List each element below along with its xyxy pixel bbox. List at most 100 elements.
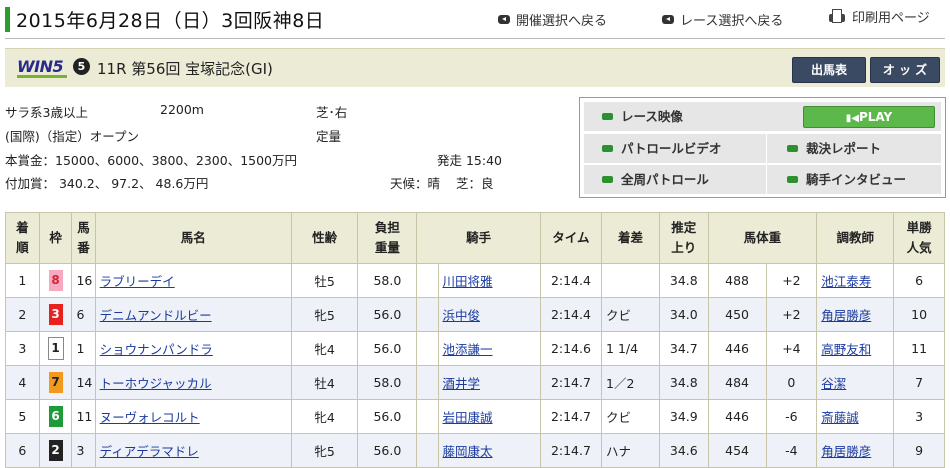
popularity-cell: 6 [893, 263, 945, 298]
race-conditions: (国際)（指定）オープン [5, 129, 140, 144]
camera-icon [787, 176, 798, 183]
sex-age-cell: 牡4 [290, 365, 359, 400]
col-sexage: 性齢 [290, 212, 359, 264]
print-label: 印刷用ページ [852, 11, 930, 26]
jockey-link[interactable]: 岩田康誠 [437, 399, 541, 434]
bodyweight-diff-cell: +2 [765, 297, 818, 332]
bodyweight-cell: 446 [707, 399, 767, 434]
sex-age-cell: 牝4 [290, 331, 359, 366]
time-cell: 2:14.6 [539, 331, 603, 366]
jockey-interview-link[interactable]: 騎手インタビュー [787, 165, 906, 194]
jockey-link[interactable]: 池添謙一 [437, 331, 541, 366]
jockey-link[interactable]: 浜中俊 [437, 297, 541, 332]
horse-number-cell: 14 [71, 365, 96, 400]
trainer-link[interactable]: 池江泰寿 [816, 263, 895, 298]
horse-name-link[interactable]: ヌーヴォレコルト [94, 399, 292, 434]
last3f-cell: 34.8 [659, 263, 709, 298]
win5-logo-underline [17, 75, 67, 78]
time-cell: 2:14.4 [539, 297, 603, 332]
horse-name-link[interactable]: デニムアンドルビー [94, 297, 292, 332]
bodyweight-cell: 484 [707, 365, 767, 400]
waku-cell: 3 [38, 297, 73, 332]
play-label: PLAY [858, 110, 893, 124]
results-table: 着順 枠 馬番 馬名 性齢 負担 重量 騎手 タイム 着差 推定 上り 馬体重 調教… [5, 212, 945, 468]
col-name: 馬名 [94, 212, 292, 264]
margin-cell: クビ [601, 399, 661, 434]
col-rank: 着順 [5, 212, 40, 264]
rank-cell: 1 [5, 263, 40, 298]
table-header-row: 着順 枠 馬番 馬名 性齢 負担 重量 騎手 タイム 着差 推定 上り 馬体重 調教… [5, 212, 945, 264]
bodyweight-diff-cell: -6 [765, 399, 818, 434]
jockey-link[interactable]: 酒井学 [437, 365, 541, 400]
header-divider [5, 38, 945, 39]
jockey-interview-label: 騎手インタビュー [806, 172, 907, 187]
film-icon: ▮◀ [845, 113, 859, 124]
back-to-race-label: レース選択へ戻る [680, 14, 784, 29]
trainer-link[interactable]: 高野友和 [816, 331, 895, 366]
jockey-spacer-cell [416, 263, 439, 298]
trainer-link[interactable]: 斎藤誠 [816, 399, 895, 434]
judge-report-link[interactable]: 裁決レポート [787, 134, 881, 163]
full-patrol-link[interactable]: 全周パトロール [602, 165, 709, 194]
video-row-2: パトロールビデオ 裁決レポート [584, 134, 941, 163]
cell-divider [766, 165, 767, 194]
horse-name-link[interactable]: ラブリーデイ [94, 263, 292, 298]
horse-name-link[interactable]: ショウナンパンドラ [94, 331, 292, 366]
waku-badge: 3 [48, 304, 63, 325]
sex-age-cell: 牝5 [290, 297, 359, 332]
title-accent [5, 7, 10, 32]
table-row: 3 1 1 ショウナンパンドラ 牝4 56.0 池添謙一 2:14.6 1 1/4 34.7 446… [5, 331, 945, 366]
weight-cell: 58.0 [357, 365, 418, 400]
horse-number-cell: 16 [71, 263, 96, 298]
camera-icon [602, 113, 613, 120]
patrol-video-link[interactable]: パトロールビデオ [602, 134, 721, 163]
entries-button[interactable]: 出馬表 [792, 57, 866, 83]
race-title: 11R 第56回 宝塚記念(GI) [97, 60, 273, 78]
trainer-link[interactable]: 谷潔 [816, 365, 895, 400]
race-prize: 本賞金：15000、6000、3800、2300、1500万円 [5, 153, 298, 168]
back-to-race-link[interactable]: レース選択へ戻る [662, 10, 783, 29]
jockey-spacer-cell [416, 365, 439, 400]
video-row-1: レース映像 ▮◀PLAY [584, 102, 941, 131]
waku-badge: 1 [47, 337, 64, 360]
margin-cell: 1 1/4 [601, 331, 661, 366]
rank-cell: 4 [5, 365, 40, 400]
win5-logo: WIN5 [17, 57, 64, 76]
print-link[interactable]: 印刷用ページ [828, 7, 930, 26]
table-row: 1 8 16 ラブリーデイ 牡5 58.0 川田将雅 2:14.4 34.8 488 +2 池江泰寿 6 [5, 263, 945, 298]
bodyweight-diff-cell: +4 [765, 331, 818, 366]
col-margin: 着差 [601, 212, 661, 264]
popularity-cell: 7 [893, 365, 945, 400]
popularity-cell: 11 [893, 331, 945, 366]
margin-cell: クビ [601, 297, 661, 332]
play-button[interactable]: ▮◀PLAY [803, 106, 935, 128]
horse-name-link[interactable]: トーホウジャッカル [94, 365, 292, 400]
race-weight-rule: 定量 [316, 129, 342, 144]
odds-button[interactable]: オ ッ ズ [870, 57, 940, 83]
jockey-link[interactable]: 川田将雅 [437, 263, 541, 298]
rank-cell: 2 [5, 297, 40, 332]
jockey-spacer-cell [416, 297, 439, 332]
horse-number-cell: 11 [71, 399, 96, 434]
trainer-link[interactable]: 角居勝彦 [816, 297, 895, 332]
weight-cell: 56.0 [357, 399, 418, 434]
race-title-bar: WIN5 5 11R 第56回 宝塚記念(GI) 出馬表 オ ッ ズ [5, 48, 945, 87]
sex-age-cell: 牝4 [290, 399, 359, 434]
waku-badge: 8 [48, 270, 63, 291]
weight-cell: 56.0 [357, 297, 418, 332]
camera-icon [787, 145, 798, 152]
back-to-meeting-label: 開催選択へ戻る [516, 14, 608, 29]
popularity-cell: 10 [893, 297, 945, 332]
back-arrow-icon [662, 15, 674, 24]
weight-cell: 58.0 [357, 263, 418, 298]
back-to-meeting-link[interactable]: 開催選択へ戻る [498, 10, 607, 29]
race-start-time: 発走 15:40 [437, 153, 502, 168]
bodyweight-diff-cell: +2 [765, 263, 818, 298]
race-video-link[interactable]: レース映像 [602, 102, 683, 131]
col-last3f: 推定 上り [659, 212, 709, 264]
full-patrol-label: 全周パトロール [621, 172, 709, 187]
bodyweight-cell: 446 [707, 331, 767, 366]
table-row: 2 3 6 デニムアンドルビー 牝5 56.0 浜中俊 2:14.4 クビ 34.0 450 +2 角居… [5, 297, 945, 332]
jockey-spacer-cell [416, 399, 439, 434]
cell-divider [766, 134, 767, 163]
